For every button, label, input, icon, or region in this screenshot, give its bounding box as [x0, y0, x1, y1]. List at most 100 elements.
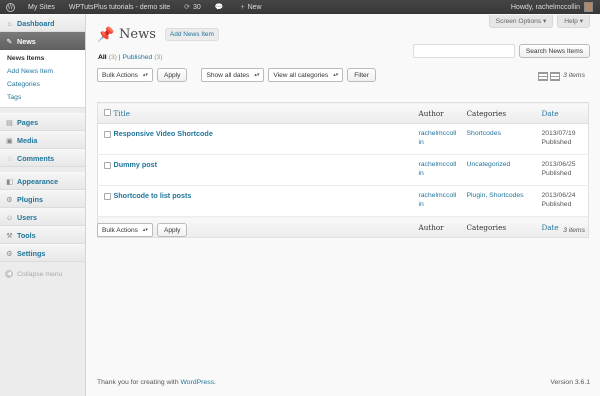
footer-period: .: [214, 379, 216, 386]
my-sites-menu[interactable]: My Sites: [21, 0, 62, 14]
category-link[interactable]: Shortcodes: [466, 123, 542, 155]
author-name-part: rachelmccoll: [418, 192, 457, 199]
admin-bar: W My Sites WPTutsPlus tutorials - demo s…: [0, 0, 600, 14]
collapse-menu-button[interactable]: ◀ Collapse menu: [0, 266, 85, 282]
post-title-link[interactable]: Shortcode to list posts: [114, 191, 192, 200]
sidebar-item-tools[interactable]: ⚒ Tools: [0, 226, 85, 244]
post-title-link[interactable]: Responsive Video Shortcode: [114, 129, 213, 138]
row-checkbox[interactable]: [104, 131, 111, 138]
submenu-add-news-item[interactable]: Add News Item: [0, 65, 85, 78]
row-checkbox[interactable]: [104, 162, 111, 169]
excerpt-view-icon[interactable]: [550, 72, 560, 81]
list-view-icon[interactable]: [538, 72, 548, 81]
sidebar-item-pages[interactable]: ▤ Pages: [0, 113, 85, 131]
chevron-down-icon: ▾: [542, 18, 547, 25]
my-account-menu[interactable]: Howdy, rachelmccollin: [504, 0, 600, 14]
sidebar-item-plugins[interactable]: ⚙ Plugins: [0, 190, 85, 208]
post-status: Published: [541, 139, 572, 146]
author-name-part: in: [418, 201, 424, 208]
pages-icon: ▤: [6, 117, 13, 127]
author-link[interactable]: rachelmccoll in: [418, 185, 467, 217]
filter-button[interactable]: Filter: [347, 68, 376, 82]
author-link[interactable]: rachelmccoll in: [418, 123, 467, 155]
bulk-actions-value: Bulk Actions: [102, 226, 138, 234]
bulk-actions-select-bottom[interactable]: Bulk Actions ▴▾: [97, 223, 153, 237]
plugins-icon: ⚙: [6, 194, 13, 204]
post-date: 2013/06/24 Published: [541, 185, 589, 217]
pushpin-icon: ✎: [6, 36, 13, 46]
sidebar-item-label: Media: [17, 135, 38, 145]
wordpress-link[interactable]: WordPress: [181, 379, 215, 386]
sidebar-item-users[interactable]: ☺ Users: [0, 208, 85, 226]
apply-button-top[interactable]: Apply: [156, 68, 188, 82]
author-name-part: rachelmccoll: [418, 130, 457, 137]
select-arrows-icon: ▴▾: [333, 72, 339, 78]
sidebar-item-news[interactable]: ✎ News: [0, 32, 85, 50]
screen-options-tab[interactable]: Screen Options ▾: [488, 15, 554, 28]
help-tab[interactable]: Help ▾: [557, 15, 590, 28]
submenu-news-items[interactable]: News Items: [0, 52, 85, 65]
add-news-item-button[interactable]: Add News Item: [164, 27, 219, 41]
checkbox[interactable]: [104, 108, 111, 116]
users-icon: ☺: [5, 212, 14, 222]
avatar: [584, 2, 593, 12]
search-news-items-button[interactable]: Search News Items: [518, 44, 590, 58]
submenu-tags[interactable]: Tags: [0, 91, 85, 104]
categories-select[interactable]: View all categories ▴▾: [268, 68, 344, 82]
apply-button-bottom[interactable]: Apply: [156, 223, 188, 237]
dashboard-icon: ⌂: [7, 18, 12, 28]
sidebar-item-label: Comments: [17, 153, 55, 163]
sidebar-item-label: Tools: [17, 230, 36, 240]
select-arrows-icon: ▴▾: [142, 227, 148, 233]
sidebar-item-settings[interactable]: ⚙ Settings: [0, 244, 85, 262]
comments-menu[interactable]: 💬: [208, 0, 234, 14]
view-switch: [538, 72, 560, 81]
column-header-date[interactable]: Date: [541, 102, 589, 124]
status-filter-links: All (3) | Published (3): [98, 54, 163, 61]
bulk-actions-select-top[interactable]: Bulk Actions ▴▾: [97, 68, 153, 82]
post-title-link[interactable]: Dummy post: [114, 160, 158, 169]
admin-sidebar: ⌂ Dashboard ✎ News News Items Add News I…: [0, 14, 86, 396]
filter-all-link[interactable]: All: [98, 54, 107, 61]
site-name-menu[interactable]: WPTutsPlus tutorials - demo site: [62, 0, 177, 14]
filter-separator: |: [118, 54, 121, 61]
updates-count: 30: [193, 3, 201, 11]
settings-icon: ⚙: [6, 248, 13, 258]
category-link[interactable]: Uncategorized: [466, 154, 542, 186]
page-title: News: [119, 26, 156, 42]
tablenav-top: Bulk Actions ▴▾ Apply Show all dates ▴▾ Vi…: [97, 68, 376, 82]
sidebar-item-comments[interactable]: ◌ Comments: [0, 149, 85, 167]
filter-all-count: (3): [108, 54, 117, 61]
refresh-icon: ⟳: [184, 4, 190, 11]
filter-published-link[interactable]: Published: [122, 54, 152, 61]
row-checkbox[interactable]: [104, 193, 111, 200]
submenu-categories[interactable]: Categories: [0, 78, 85, 91]
dates-select[interactable]: Show all dates ▴▾: [201, 68, 265, 82]
sidebar-item-label: Pages: [17, 117, 39, 127]
date-value: 2013/07/19: [541, 130, 576, 137]
site-name-label: WPTutsPlus tutorials - demo site: [68, 3, 171, 11]
items-count-bottom: 3 items: [563, 227, 585, 234]
dates-value: Show all dates: [206, 71, 250, 79]
date-value: 2013/06/25: [541, 161, 576, 168]
footer-thanks: Thank you for creating with WordPress.: [97, 379, 216, 386]
select-all-checkbox-header[interactable]: [97, 102, 114, 124]
new-content-menu[interactable]: + New: [234, 0, 269, 14]
author-link[interactable]: rachelmccoll in: [418, 154, 467, 186]
wordpress-logo-menu[interactable]: W: [0, 0, 21, 14]
column-footer-categories: Categories: [466, 216, 542, 238]
admin-footer: Thank you for creating with WordPress. V…: [97, 379, 590, 386]
category-link[interactable]: Plugin, Shortcodes: [466, 185, 542, 217]
sidebar-item-label: Plugins: [17, 194, 43, 204]
sidebar-item-label: Settings: [17, 248, 46, 258]
column-header-title[interactable]: Title: [113, 102, 419, 124]
updates-menu[interactable]: ⟳ 30: [177, 0, 208, 14]
sidebar-item-media[interactable]: ▣ Media: [0, 131, 85, 149]
comments-icon: ◌: [7, 153, 12, 163]
sidebar-item-appearance[interactable]: ◧ Appearance: [0, 172, 85, 190]
post-date: 2013/07/19 Published: [541, 123, 589, 155]
search-input[interactable]: [412, 44, 515, 58]
sidebar-item-dashboard[interactable]: ⌂ Dashboard: [0, 14, 85, 32]
wordpress-logo-icon: W: [6, 2, 15, 12]
column-footer-author: Author: [418, 216, 467, 238]
